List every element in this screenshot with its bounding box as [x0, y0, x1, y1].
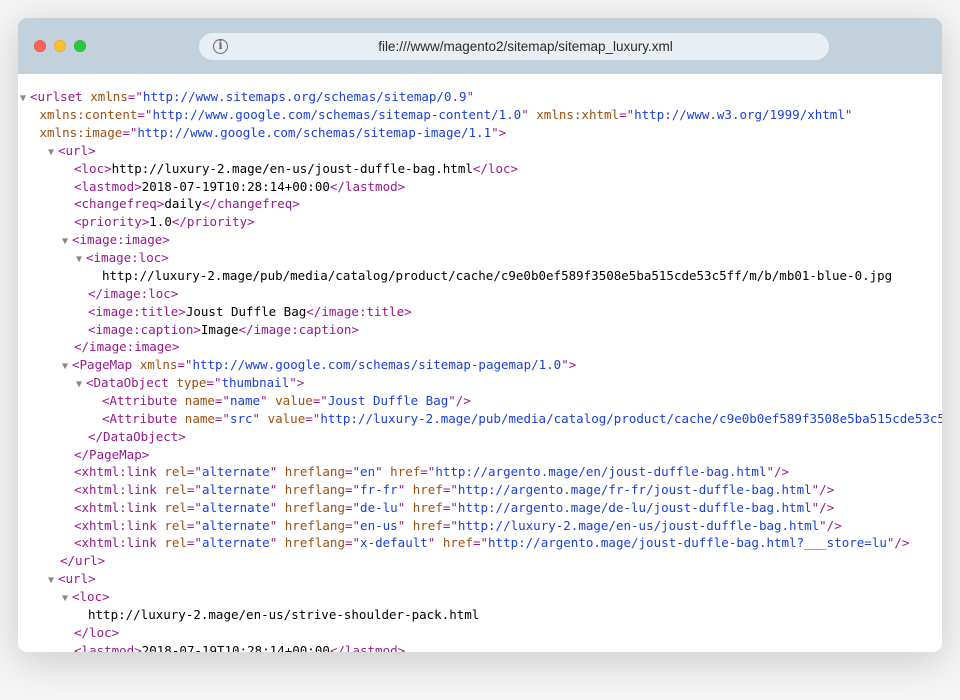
xml-line: http://luxury-2.mage/pub/media/catalog/p…: [32, 267, 928, 285]
xml-line: </image:loc>: [32, 285, 928, 303]
xml-line: </url>: [32, 552, 928, 570]
disclosure-triangle-icon[interactable]: ▼: [48, 574, 58, 588]
xml-line: <xhtml:link rel="alternate" hreflang="x-…: [32, 534, 928, 552]
browser-window: i file:///www/magento2/sitemap/sitemap_l…: [18, 18, 942, 652]
disclosure-triangle-icon[interactable]: ▼: [20, 92, 30, 106]
xml-line: ▼<PageMap xmlns="http://www.google.com/s…: [32, 356, 928, 374]
maximize-icon[interactable]: [74, 40, 86, 52]
xml-line: <xhtml:link rel="alternate" hreflang="de…: [32, 499, 928, 517]
xml-line: ▼<image:image>: [32, 231, 928, 249]
xml-line: xmlns:image="http://www.google.com/schem…: [32, 124, 928, 142]
address-bar[interactable]: i file:///www/magento2/sitemap/sitemap_l…: [199, 33, 829, 60]
xml-line: <lastmod>2018-07-19T10:28:14+00:00</last…: [32, 178, 928, 196]
disclosure-triangle-icon[interactable]: ▼: [76, 378, 86, 392]
xml-line: <xhtml:link rel="alternate" hreflang="fr…: [32, 481, 928, 499]
xml-line: </DataObject>: [32, 428, 928, 446]
disclosure-triangle-icon[interactable]: ▼: [62, 235, 72, 249]
xml-line: ▼<url>: [32, 570, 928, 588]
xml-line: </PageMap>: [32, 446, 928, 464]
xml-line: ▼<DataObject type="thumbnail">: [32, 374, 928, 392]
xml-line: ▼<image:loc>: [32, 249, 928, 267]
traffic-lights: [34, 40, 86, 52]
xml-line: <loc>http://luxury-2.mage/en-us/joust-du…: [32, 160, 928, 178]
xml-line: <xhtml:link rel="alternate" hreflang="en…: [32, 517, 928, 535]
disclosure-triangle-icon[interactable]: ▼: [62, 360, 72, 374]
disclosure-triangle-icon[interactable]: ▼: [76, 253, 86, 267]
xml-line: <priority>1.0</priority>: [32, 213, 928, 231]
titlebar: i file:///www/magento2/sitemap/sitemap_l…: [18, 18, 942, 74]
xml-line: <Attribute name="name" value="Joust Duff…: [32, 392, 928, 410]
minimize-icon[interactable]: [54, 40, 66, 52]
xml-line: </image:image>: [32, 338, 928, 356]
xml-line: ▼<url>: [32, 142, 928, 160]
xml-line: <image:title>Joust Duffle Bag</image:tit…: [32, 303, 928, 321]
disclosure-triangle-icon[interactable]: ▼: [62, 592, 72, 606]
xml-line: <lastmod>2018-07-19T10:28:14+00:00</last…: [32, 642, 928, 652]
xml-line: ▼<urlset xmlns="http://www.sitemaps.org/…: [32, 88, 928, 106]
xml-line: http://luxury-2.mage/en-us/strive-should…: [32, 606, 928, 624]
site-info-icon[interactable]: i: [213, 39, 228, 54]
close-icon[interactable]: [34, 40, 46, 52]
xml-line: xmlns:content="http://www.google.com/sch…: [32, 106, 928, 124]
xml-line: <changefreq>daily</changefreq>: [32, 195, 928, 213]
xml-line: <image:caption>Image</image:caption>: [32, 321, 928, 339]
xml-line: ▼<loc>: [32, 588, 928, 606]
xml-line: <xhtml:link rel="alternate" hreflang="en…: [32, 463, 928, 481]
disclosure-triangle-icon[interactable]: ▼: [48, 146, 58, 160]
xml-line: <Attribute name="src" value="http://luxu…: [32, 410, 928, 428]
xml-line: </loc>: [32, 624, 928, 642]
xml-viewer: ▼<urlset xmlns="http://www.sitemaps.org/…: [18, 74, 942, 652]
address-text: file:///www/magento2/sitemap/sitemap_lux…: [236, 39, 815, 54]
